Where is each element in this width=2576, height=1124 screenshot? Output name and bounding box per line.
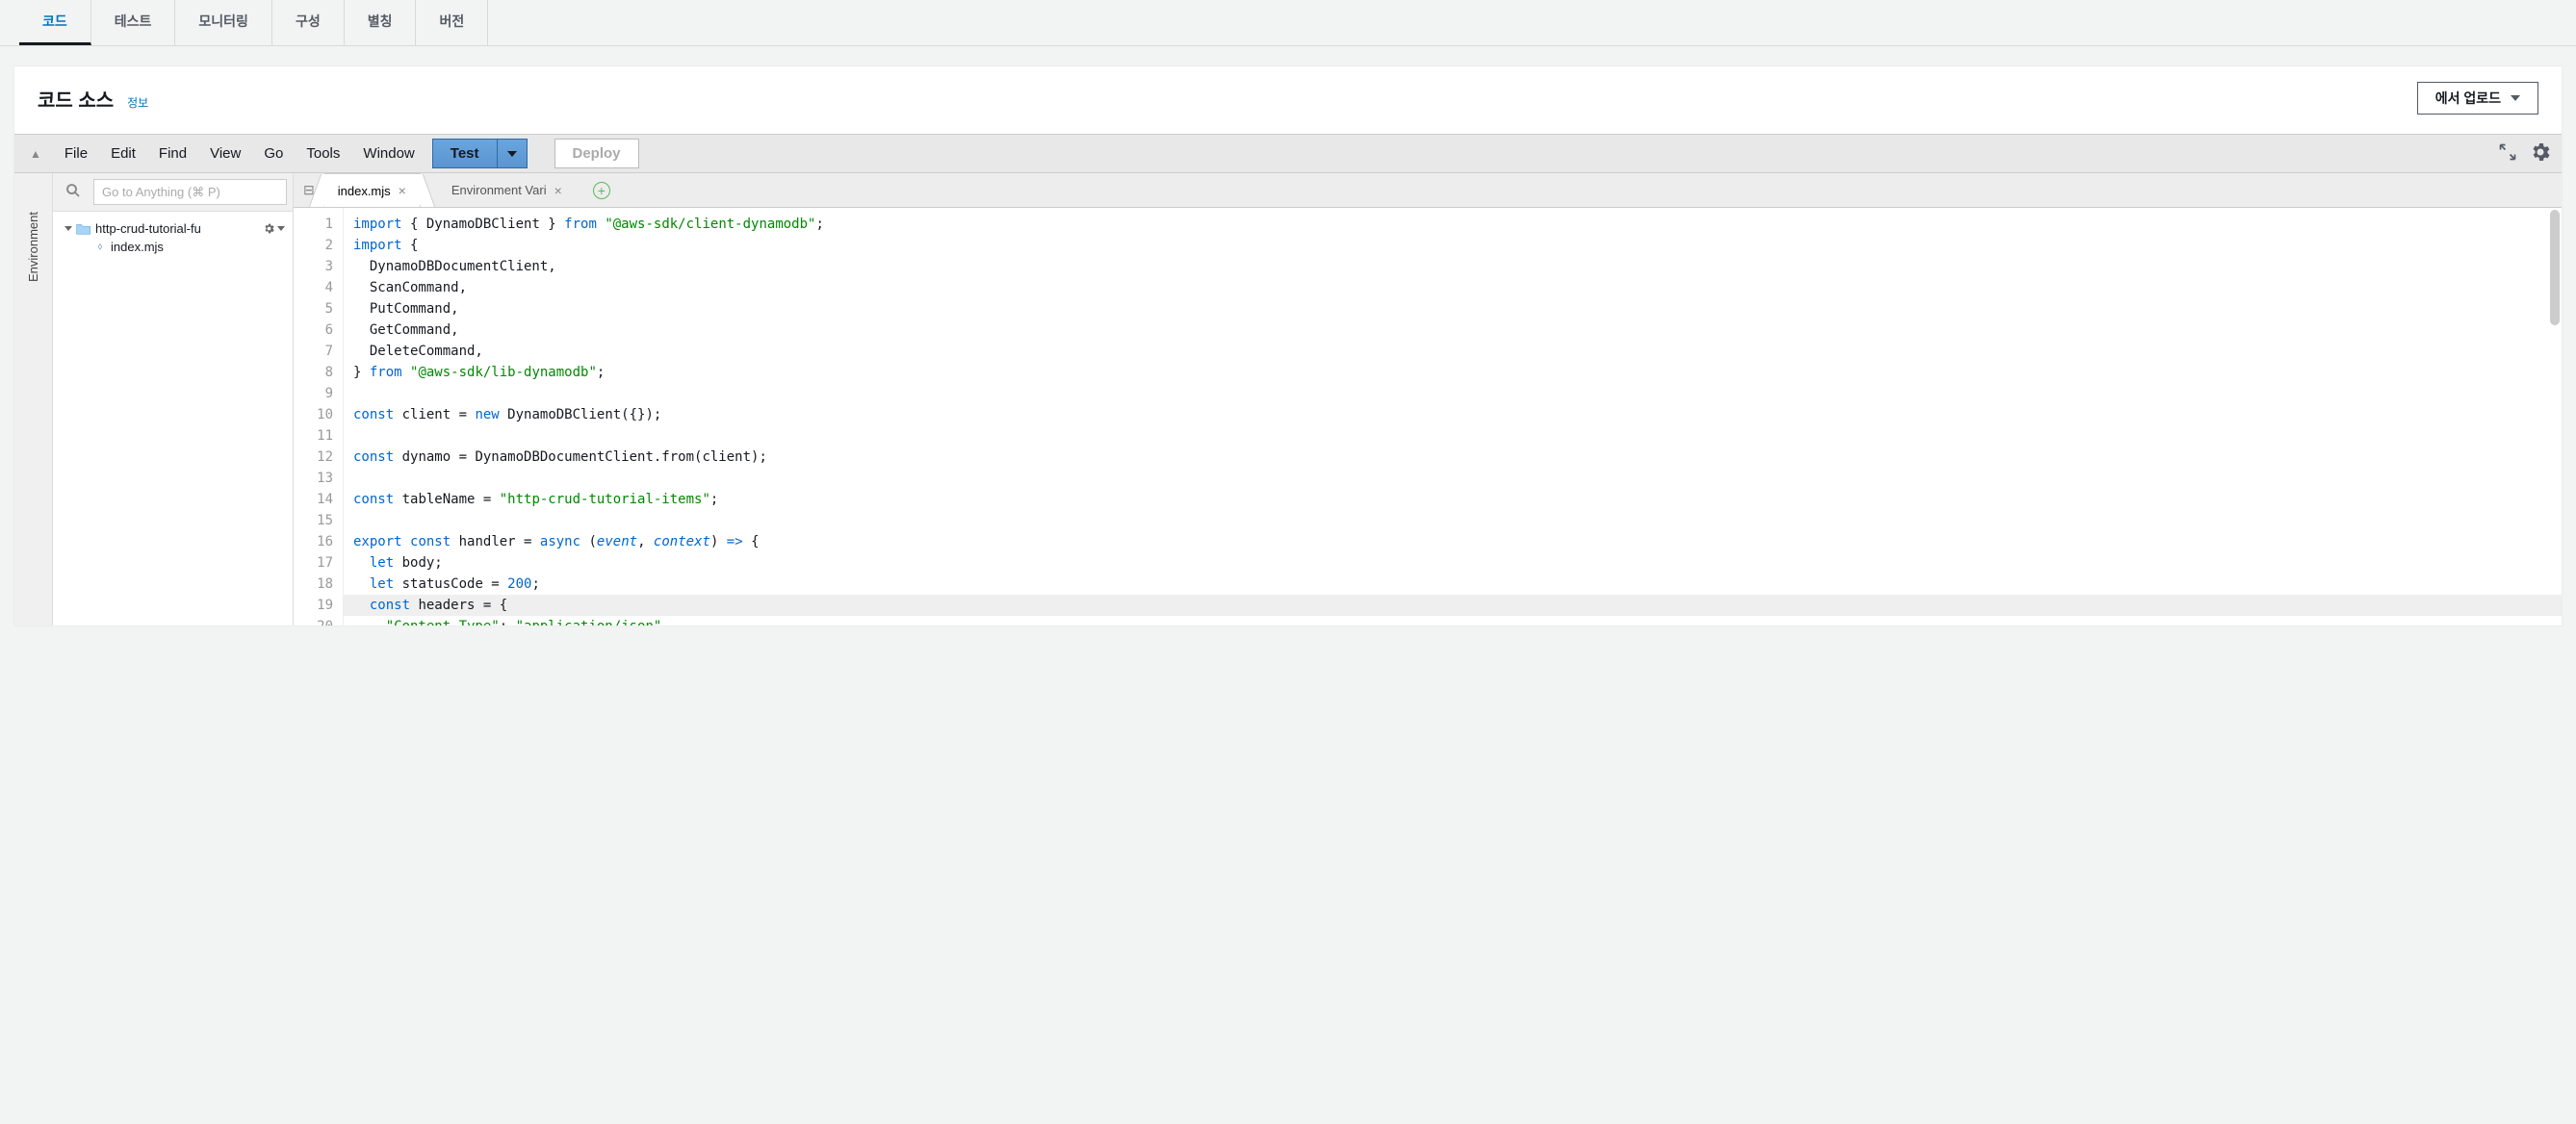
folder-expand-icon xyxy=(64,226,72,231)
tree-file-label: index.mjs xyxy=(111,240,164,254)
tree-folder-gear[interactable] xyxy=(263,222,285,235)
caret-down-icon xyxy=(2511,95,2520,101)
tree-folder-root[interactable]: http-crud-tutorial-fu xyxy=(57,219,289,238)
collapse-toolbar-icon[interactable]: ▲ xyxy=(24,147,47,161)
top-tab-0[interactable]: 코드 xyxy=(19,0,91,45)
environment-rail[interactable]: Environment xyxy=(14,173,53,626)
panel-header: 코드 소스 정보 에서 업로드 xyxy=(14,66,2562,134)
file-tab-0[interactable]: index.mjs × xyxy=(324,173,421,207)
settings-gear-icon[interactable] xyxy=(2529,140,2552,166)
scrollbar-thumb[interactable] xyxy=(2550,210,2560,325)
code-line: const client = new DynamoDBClient({}); xyxy=(351,404,2562,425)
goto-anything-input[interactable] xyxy=(93,179,287,205)
editor-toolbar: ▲ File Edit Find View Go Tools Window Test Dep… xyxy=(14,134,2562,173)
code-editor[interactable]: 1234567891011121314151617181920212223 im… xyxy=(294,208,2562,626)
add-tab-button[interactable]: + xyxy=(593,182,610,199)
code-line: PutCommand, xyxy=(351,298,2562,319)
file-tabs: ⊟index.mjs×Environment Vari×+ xyxy=(294,173,2562,208)
panel-title: 코드 소스 xyxy=(38,90,114,112)
code-line: import { xyxy=(351,235,2562,256)
scrollbar-track[interactable] xyxy=(2548,208,2562,626)
folder-icon xyxy=(76,222,91,236)
menu-window[interactable]: Window xyxy=(361,141,416,166)
code-line xyxy=(351,510,2562,531)
menu-tools[interactable]: Tools xyxy=(304,141,342,166)
code-line: GetCommand, xyxy=(351,319,2562,341)
code-line xyxy=(351,468,2562,489)
tree-file-index[interactable]: ⬨ index.mjs xyxy=(57,238,289,256)
code-line: DynamoDBDocumentClient, xyxy=(351,256,2562,277)
close-icon[interactable]: × xyxy=(399,183,406,198)
menu-find[interactable]: Find xyxy=(157,141,189,166)
top-tabs: 코드테스트모니터링구성별칭버전 xyxy=(0,0,2576,46)
code-line: } from "@aws-sdk/lib-dynamodb"; xyxy=(351,362,2562,383)
test-button-group: Test xyxy=(432,139,528,168)
menu-view[interactable]: View xyxy=(208,141,243,166)
file-tree: http-crud-tutorial-fu ⬨ index.mjs xyxy=(53,212,293,264)
top-tab-5[interactable]: 버전 xyxy=(416,0,488,45)
code-line xyxy=(351,425,2562,447)
code-line: export const handler = async (event, con… xyxy=(351,531,2562,552)
code-line: let body; xyxy=(351,552,2562,574)
line-gutter: 1234567891011121314151617181920212223 xyxy=(294,208,344,626)
editor-area: ⊟index.mjs×Environment Vari×+ 1234567891… xyxy=(294,173,2562,626)
deploy-button[interactable]: Deploy xyxy=(554,139,639,168)
top-tab-3[interactable]: 구성 xyxy=(272,0,345,45)
upload-from-label: 에서 업로드 xyxy=(2435,89,2501,108)
code-line: const dynamo = DynamoDBDocumentClient.fr… xyxy=(351,447,2562,468)
code-source-panel: 코드 소스 정보 에서 업로드 ▲ File Edit Find View Go Tool… xyxy=(13,65,2563,626)
code-lines: import { DynamoDBClient } from "@aws-sdk… xyxy=(344,208,2562,626)
menu-file[interactable]: File xyxy=(63,141,90,166)
code-line xyxy=(351,383,2562,404)
file-tab-1[interactable]: Environment Vari × xyxy=(438,173,576,207)
ide-body: Environment http-crud-tutorial-fu xyxy=(14,173,2562,626)
upload-from-button[interactable]: 에서 업로드 xyxy=(2417,82,2538,115)
code-line: let statusCode = 200; xyxy=(351,574,2562,595)
search-icon[interactable] xyxy=(59,182,88,202)
js-file-icon: ⬨ xyxy=(93,241,107,254)
top-tab-4[interactable]: 별칭 xyxy=(345,0,417,45)
code-line: const headers = { xyxy=(344,595,2562,616)
close-icon[interactable]: × xyxy=(554,183,562,198)
menu-go[interactable]: Go xyxy=(262,141,285,166)
fullscreen-icon[interactable] xyxy=(2498,142,2517,165)
code-line: DeleteCommand, xyxy=(351,341,2562,362)
file-sidebar: http-crud-tutorial-fu ⬨ index.mjs xyxy=(53,173,294,626)
info-link[interactable]: 정보 xyxy=(127,96,148,110)
code-line: ScanCommand, xyxy=(351,277,2562,298)
top-tab-2[interactable]: 모니터링 xyxy=(175,0,272,45)
environment-rail-label: Environment xyxy=(26,212,40,282)
menu-edit[interactable]: Edit xyxy=(109,141,138,166)
code-line: "Content-Type": "application/json", xyxy=(351,616,2562,626)
top-tab-1[interactable]: 테스트 xyxy=(91,0,176,45)
sidebar-search-row xyxy=(53,173,293,212)
tree-folder-label: http-crud-tutorial-fu xyxy=(95,221,201,236)
file-tab-label: index.mjs xyxy=(338,184,391,198)
test-dropdown-button[interactable] xyxy=(498,139,528,168)
file-tab-label: Environment Vari xyxy=(451,183,547,197)
test-button[interactable]: Test xyxy=(432,139,498,168)
code-line: const tableName = "http-crud-tutorial-it… xyxy=(351,489,2562,510)
code-line: import { DynamoDBClient } from "@aws-sdk… xyxy=(351,214,2562,235)
